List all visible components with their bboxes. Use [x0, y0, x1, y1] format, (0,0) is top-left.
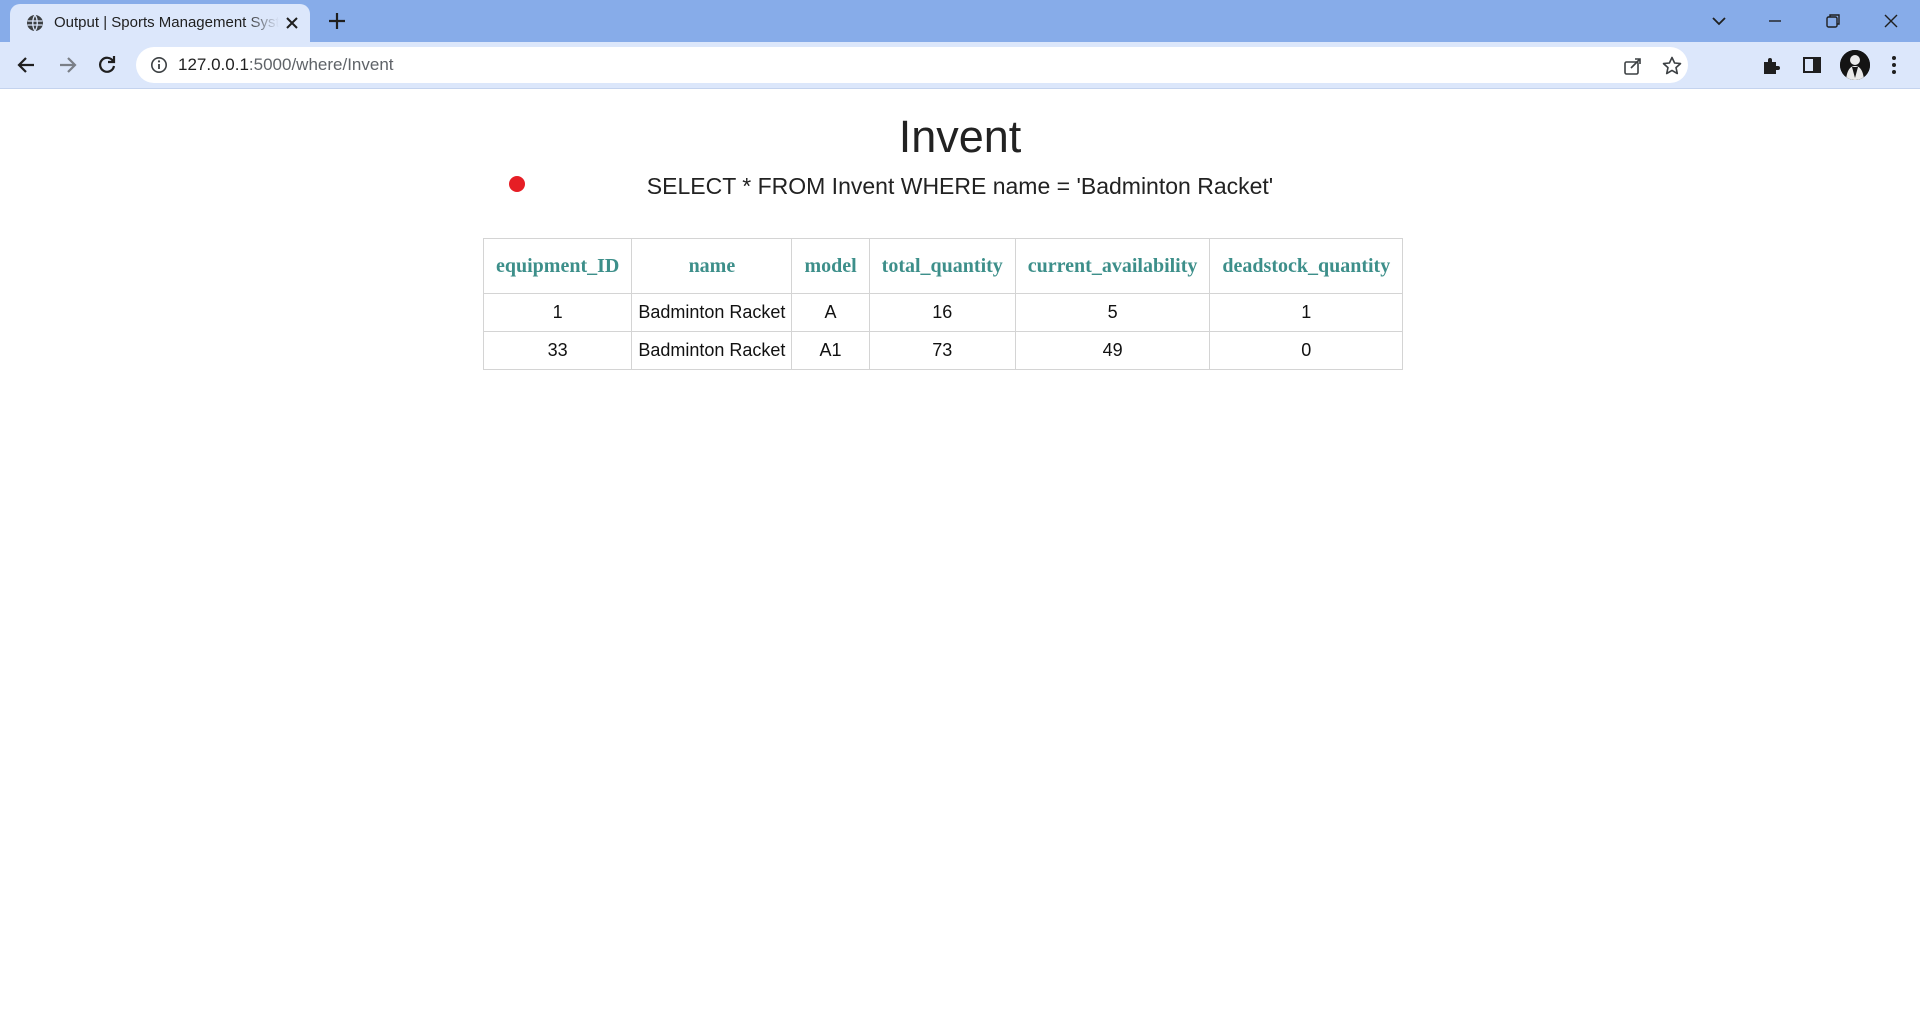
profile-avatar[interactable]: [1840, 50, 1870, 80]
globe-icon: [27, 14, 43, 32]
side-panel-icon[interactable]: [1800, 53, 1824, 77]
table-row: 1 Badminton Racket A 16 5 1: [482, 293, 1404, 332]
cell-total-quantity: 16: [868, 293, 1016, 332]
tab-search-icon[interactable]: [1706, 8, 1732, 34]
results-table: equipment_ID name model total_quantity c…: [482, 238, 1404, 370]
cell-deadstock-quantity: 0: [1209, 331, 1404, 370]
url-host: 127.0.0.1: [178, 55, 249, 74]
browser-titlebar: Output | Sports Management System: [0, 0, 1920, 42]
cell-current-availability: 49: [1014, 331, 1211, 370]
table-header-row: equipment_ID name model total_quantity c…: [482, 238, 1404, 294]
close-window-icon[interactable]: [1878, 8, 1904, 34]
url-text[interactable]: 127.0.0.1:5000/where/Invent: [178, 56, 394, 74]
table-row: 33 Badminton Racket A1 73 49 0: [482, 331, 1404, 370]
new-tab-icon[interactable]: [326, 10, 348, 32]
cell-model: A: [791, 293, 870, 332]
column-header-current-availability: current_availability: [1014, 238, 1211, 294]
browser-toolbar: 127.0.0.1:5000/where/Invent: [0, 42, 1920, 89]
column-header-model: model: [791, 238, 870, 294]
reload-icon[interactable]: [94, 52, 120, 78]
url-path: :5000/where/Invent: [248, 55, 394, 74]
cell-total-quantity: 73: [868, 331, 1016, 370]
page-content: Invent SELECT * FROM Invent WHERE name =…: [0, 89, 1920, 1017]
cell-current-availability: 5: [1014, 293, 1211, 332]
profile-picture-icon: [1840, 50, 1870, 80]
page-title: Invent: [898, 111, 1022, 162]
site-info-icon[interactable]: [150, 56, 168, 74]
column-header-name: name: [631, 238, 793, 294]
browser-tab[interactable]: Output | Sports Management System: [10, 4, 310, 42]
cell-equipment-id: 33: [482, 331, 633, 370]
extensions-puzzle-icon[interactable]: [1760, 53, 1784, 77]
cell-deadstock-quantity: 1: [1209, 293, 1404, 332]
back-arrow-icon[interactable]: [14, 52, 40, 78]
menu-kebab-icon[interactable]: [1882, 53, 1906, 77]
cell-name: Badminton Racket: [631, 331, 793, 370]
address-bar[interactable]: 127.0.0.1:5000/where/Invent: [136, 47, 1688, 83]
restore-icon[interactable]: [1820, 8, 1846, 34]
column-header-total-quantity: total_quantity: [868, 238, 1016, 294]
column-header-equipment-id: equipment_ID: [482, 238, 633, 294]
share-icon[interactable]: [1622, 55, 1644, 77]
cell-model: A1: [791, 331, 870, 370]
column-header-deadstock-quantity: deadstock_quantity: [1209, 238, 1404, 294]
cell-name: Badminton Racket: [631, 293, 793, 332]
forward-arrow-icon[interactable]: [54, 52, 80, 78]
minimize-icon[interactable]: [1762, 8, 1788, 34]
sql-query-text: SELECT * FROM Invent WHERE name = 'Badmi…: [646, 173, 1274, 199]
cell-equipment-id: 1: [482, 293, 633, 332]
close-tab-icon[interactable]: [283, 14, 301, 32]
bookmark-star-icon[interactable]: [1661, 55, 1683, 77]
tab-title: Output | Sports Management System: [54, 14, 279, 31]
